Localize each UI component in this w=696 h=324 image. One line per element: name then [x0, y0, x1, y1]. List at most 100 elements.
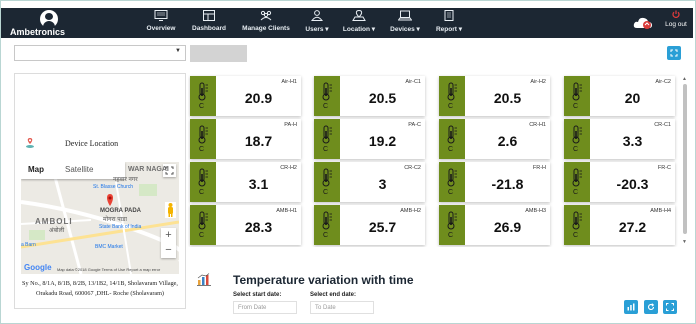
- street-view-pegman[interactable]: [165, 202, 176, 218]
- sensor-tile[interactable]: C PA-H 18.7: [190, 119, 301, 159]
- scrollbar-thumb[interactable]: [683, 84, 687, 234]
- nav-label: Manage Clients: [242, 25, 290, 32]
- sensor-unit: C: [199, 232, 205, 239]
- bar-chart-icon: [197, 273, 211, 286]
- map-footer[interactable]: Map data ©2018 Google Terms of Use Repor…: [57, 267, 160, 272]
- sensor-icon-panel: C: [564, 119, 590, 159]
- brand-logo[interactable]: Ambetronics: [10, 8, 90, 38]
- sensor-value: 3: [378, 176, 387, 192]
- nav-label: Overview: [146, 25, 176, 32]
- thermometer-icon: [446, 125, 458, 145]
- zoom-in-button[interactable]: +: [161, 228, 176, 243]
- from-date-input[interactable]: From Date: [233, 301, 297, 314]
- sensor-unit: C: [199, 103, 205, 110]
- thermometer-icon: [197, 168, 209, 188]
- map-bank-label: State Bank of India: [99, 224, 142, 230]
- tiles-scrollbar[interactable]: ▲ ▼: [681, 76, 689, 247]
- sensor-value: 20.9: [244, 90, 273, 106]
- sensor-tile[interactable]: C AMB-H3 26.9: [439, 205, 550, 245]
- sensor-value: 28.3: [244, 219, 273, 235]
- sensor-label: FR-H: [532, 165, 546, 171]
- thermometer-icon: [197, 125, 209, 145]
- sensor-tile[interactable]: C Air-C2 20: [564, 76, 675, 116]
- device-location-panel: Device Location Map Satellite WAR NAGAI …: [14, 73, 186, 309]
- nav-overview[interactable]: Overview: [143, 8, 179, 38]
- nav-label: Location ▾: [342, 26, 376, 33]
- sensor-icon-panel: C: [439, 205, 465, 245]
- sensor-value: 3.1: [248, 176, 269, 192]
- logout-label: Log out: [665, 21, 687, 28]
- sensor-label: Air-C1: [405, 79, 421, 85]
- nav-users[interactable]: Users ▾: [303, 8, 331, 38]
- sensor-unit: C: [448, 103, 454, 110]
- sensor-value: 20: [624, 90, 641, 106]
- to-date-input[interactable]: To Date: [310, 301, 374, 314]
- thermometer-icon: [571, 168, 583, 188]
- fullscreen-button[interactable]: [667, 46, 681, 60]
- sensor-tile[interactable]: C CR-C2 3: [314, 162, 425, 202]
- sensor-icon-panel: C: [314, 76, 340, 116]
- sensor-tile[interactable]: C CR-H2 3.1: [190, 162, 301, 202]
- sensor-unit: C: [448, 146, 454, 153]
- zoom-out-button[interactable]: −: [161, 243, 176, 258]
- sensor-icon-panel: C: [190, 205, 216, 245]
- map-amboli-local: अंबोली: [49, 228, 65, 234]
- thermometer-icon: [571, 82, 583, 102]
- nav-report[interactable]: Report ▾: [433, 8, 465, 38]
- sensor-unit: C: [573, 146, 579, 153]
- power-icon: [672, 10, 680, 18]
- sensor-tile[interactable]: C AMB-H2 25.7: [314, 205, 425, 245]
- sensor-value: 27.2: [618, 219, 647, 235]
- sensor-tile[interactable]: C CR-H1 2.6: [439, 119, 550, 159]
- scroll-up-icon[interactable]: ▲: [682, 76, 687, 82]
- caret-down-icon: ▼: [175, 48, 181, 54]
- expand-icon: [670, 49, 678, 57]
- satellite-tab[interactable]: Satellite: [65, 165, 93, 174]
- thermometer-icon: [571, 211, 583, 231]
- thermometer-icon: [321, 168, 333, 188]
- nav-location[interactable]: Location ▾: [341, 8, 377, 38]
- sensor-value: 25.7: [368, 219, 397, 235]
- report-icon: [444, 10, 454, 21]
- sensor-tile[interactable]: C PA-C 19.2: [314, 119, 425, 159]
- refresh-button[interactable]: [644, 300, 658, 314]
- map-tab[interactable]: Map: [28, 165, 44, 174]
- sensor-tile[interactable]: C FR-C -20.3: [564, 162, 675, 202]
- map-market-label: BMC Market: [95, 244, 123, 250]
- sensor-tile[interactable]: C Air-C1 20.5: [314, 76, 425, 116]
- sensor-icon-panel: C: [190, 162, 216, 202]
- sensor-icon-panel: C: [314, 205, 340, 245]
- sensor-label: CR-H1: [529, 122, 546, 128]
- sensor-tile[interactable]: C AMB-H1 28.3: [190, 205, 301, 245]
- end-date-label: Select end date:: [310, 292, 357, 298]
- chart-view-button[interactable]: [624, 300, 638, 314]
- sensor-tile[interactable]: C FR-H -21.8: [439, 162, 550, 202]
- nav-devices[interactable]: Devices ▾: [387, 8, 423, 38]
- sensor-label: CR-C2: [404, 165, 421, 171]
- sensor-tile[interactable]: C AMB-H4 27.2: [564, 205, 675, 245]
- sensor-unit: C: [323, 103, 329, 110]
- cloud-status-icon[interactable]: [633, 16, 653, 30]
- sensor-icon-panel: C: [564, 76, 590, 116]
- sensor-label: FR-C: [657, 165, 671, 171]
- chart-fullscreen-button[interactable]: [663, 300, 677, 314]
- nav-dashboard[interactable]: Dashboard: [189, 8, 229, 38]
- google-map[interactable]: Map Satellite WAR NAGAI नहवार नगर St. Bl…: [21, 162, 179, 274]
- nav-label: Dashboard: [192, 25, 226, 32]
- sensor-tile[interactable]: C CR-C1 3.3: [564, 119, 675, 159]
- sensor-unit: C: [573, 103, 579, 110]
- nav-manage-clients[interactable]: Manage Clients: [240, 8, 292, 38]
- sensor-icon-panel: C: [190, 76, 216, 116]
- map-pin-icon: [26, 138, 34, 148]
- sensor-tile[interactable]: C Air-H2 20.5: [439, 76, 550, 116]
- sensor-value: 2.6: [497, 133, 518, 149]
- sensor-label: PA-C: [408, 122, 421, 128]
- sensor-tile[interactable]: C Air-H1 20.9: [190, 76, 301, 116]
- thermometer-icon: [446, 82, 458, 102]
- device-select[interactable]: ▼: [14, 45, 186, 61]
- sensor-label: Air-C2: [655, 79, 671, 85]
- sensor-label: AMB-H3: [525, 208, 546, 214]
- scroll-down-icon[interactable]: ▼: [682, 239, 687, 245]
- placeholder-button[interactable]: [190, 45, 247, 62]
- logout-button[interactable]: Log out: [661, 10, 691, 28]
